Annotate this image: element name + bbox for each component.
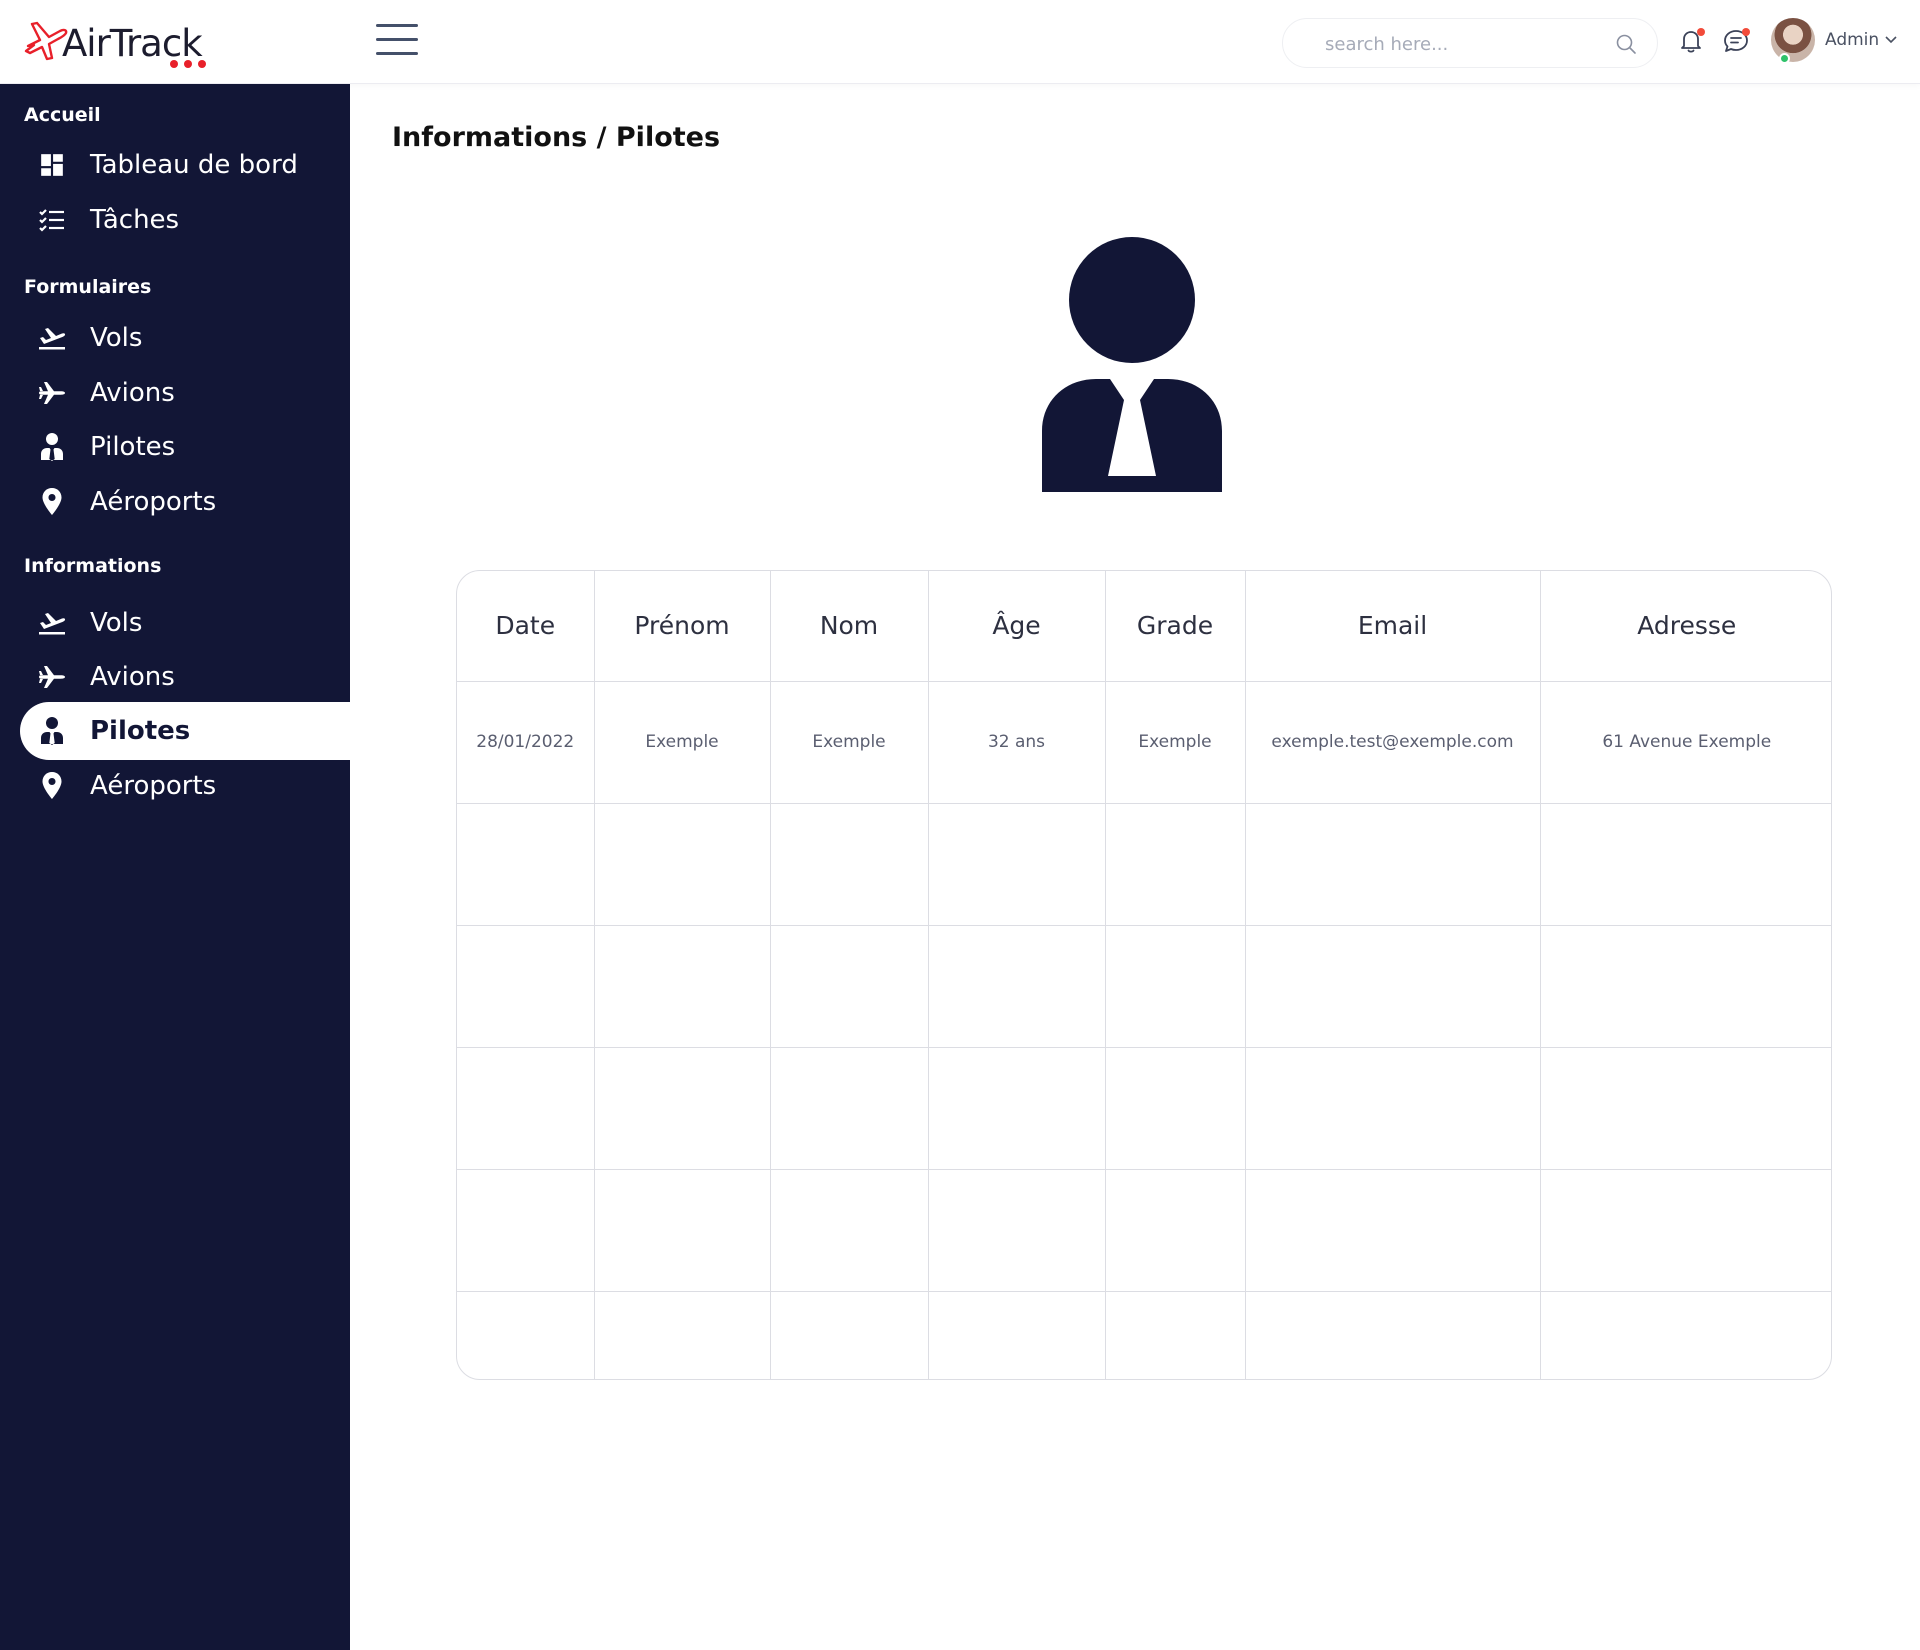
sidebar-item-taches[interactable]: Tâches bbox=[20, 191, 350, 249]
sidebar-section-informations: Informations bbox=[24, 555, 162, 577]
table-header-row: Date Prénom Nom Âge Grade Email Adresse bbox=[457, 571, 1831, 682]
cell-grade: Exemple bbox=[1105, 681, 1246, 804]
location-pin-icon bbox=[42, 488, 62, 515]
sidebar-item-info-aeroports[interactable]: Aéroports bbox=[20, 757, 350, 815]
cell-age: 32 ans bbox=[928, 681, 1106, 804]
cell-prenom: Exemple bbox=[594, 681, 771, 804]
logo-text: AirTrack bbox=[62, 22, 203, 65]
top-header: AirTrack Admin bbox=[0, 0, 1920, 84]
pilots-table: Date Prénom Nom Âge Grade Email Adresse … bbox=[457, 571, 1831, 1379]
avatar[interactable] bbox=[1771, 18, 1815, 64]
sidebar-item-label: Vols bbox=[90, 323, 143, 353]
sidebar-item-label: Vols bbox=[90, 608, 143, 638]
sidebar-item-label: Aéroports bbox=[90, 771, 217, 801]
search-input[interactable] bbox=[1325, 31, 1595, 57]
sidebar-item-label: Aéroports bbox=[90, 487, 217, 517]
dashboard-icon bbox=[41, 154, 63, 176]
search-icon[interactable] bbox=[1615, 33, 1637, 55]
user-menu[interactable]: Admin bbox=[1825, 30, 1897, 50]
menu-toggle-button[interactable] bbox=[376, 24, 418, 56]
departure-icon bbox=[39, 613, 66, 635]
column-header-nom[interactable]: Nom bbox=[770, 571, 929, 682]
sidebar-item-info-avions[interactable]: Avions bbox=[20, 648, 350, 706]
sidebar-item-label: Avions bbox=[90, 378, 175, 408]
column-header-prenom[interactable]: Prénom bbox=[594, 571, 771, 682]
sidebar-item-tableau-de-bord[interactable]: Tableau de bord bbox=[20, 136, 350, 194]
sidebar-item-label: Avions bbox=[90, 662, 175, 692]
checklist-icon bbox=[39, 209, 64, 232]
pilot-icon bbox=[41, 433, 63, 461]
sidebar-section-formulaires: Formulaires bbox=[24, 276, 152, 298]
empty-table-row bbox=[457, 803, 1831, 926]
online-status-dot bbox=[1779, 53, 1790, 64]
cell-adresse: 61 Avenue Exemple bbox=[1540, 681, 1831, 804]
table-row[interactable]: 28/01/2022 Exemple Exemple 32 ans Exempl… bbox=[457, 681, 1831, 804]
empty-table-row bbox=[457, 1169, 1831, 1292]
cell-date: 28/01/2022 bbox=[457, 681, 595, 804]
page-title: Informations / Pilotes bbox=[392, 122, 721, 153]
location-pin-icon bbox=[42, 772, 62, 799]
user-name: Admin bbox=[1825, 30, 1880, 50]
departure-icon bbox=[39, 328, 66, 350]
plane-icon bbox=[39, 666, 65, 688]
empty-table-row bbox=[457, 925, 1831, 1048]
cell-nom: Exemple bbox=[770, 681, 929, 804]
messages-button[interactable] bbox=[1721, 26, 1751, 56]
airtrack-logo[interactable]: AirTrack bbox=[22, 16, 222, 72]
pilot-icon bbox=[41, 717, 63, 745]
sidebar-item-form-aeroports[interactable]: Aéroports bbox=[20, 473, 350, 531]
column-header-grade[interactable]: Grade bbox=[1105, 571, 1246, 682]
empty-table-row bbox=[457, 1291, 1831, 1379]
plane-icon bbox=[39, 382, 65, 404]
empty-table-row bbox=[457, 1047, 1831, 1170]
sidebar-item-info-vols[interactable]: Vols bbox=[20, 594, 350, 652]
sidebar-item-info-pilotes[interactable]: Pilotes bbox=[20, 702, 350, 760]
cell-email: exemple.test@exemple.com bbox=[1245, 681, 1541, 804]
sidebar-item-label: Tâches bbox=[90, 205, 180, 235]
search-box[interactable] bbox=[1282, 18, 1658, 68]
sidebar-item-label: Pilotes bbox=[90, 432, 176, 462]
pilot-icon bbox=[1042, 237, 1222, 492]
column-header-date[interactable]: Date bbox=[457, 571, 595, 682]
notification-dot bbox=[1697, 28, 1705, 36]
logo-dots bbox=[170, 60, 206, 68]
notifications-button[interactable] bbox=[1676, 26, 1706, 56]
column-header-email[interactable]: Email bbox=[1245, 571, 1541, 682]
pilots-table-container: Date Prénom Nom Âge Grade Email Adresse … bbox=[456, 570, 1832, 1380]
column-header-age[interactable]: Âge bbox=[928, 571, 1106, 682]
sidebar-item-label: Pilotes bbox=[90, 716, 191, 746]
sidebar-item-form-pilotes[interactable]: Pilotes bbox=[20, 418, 350, 476]
column-header-adresse[interactable]: Adresse bbox=[1540, 571, 1831, 682]
sidebar-item-form-avions[interactable]: Avions bbox=[20, 364, 350, 422]
sidebar-item-label: Tableau de bord bbox=[90, 150, 298, 180]
sidebar-item-form-vols[interactable]: Vols bbox=[20, 309, 350, 367]
sidebar-section-accueil: Accueil bbox=[24, 104, 101, 126]
sidebar: Accueil Tableau de bord Tâches Formulair… bbox=[0, 84, 350, 1650]
message-dot bbox=[1742, 28, 1750, 36]
chevron-down-icon bbox=[1885, 36, 1897, 44]
